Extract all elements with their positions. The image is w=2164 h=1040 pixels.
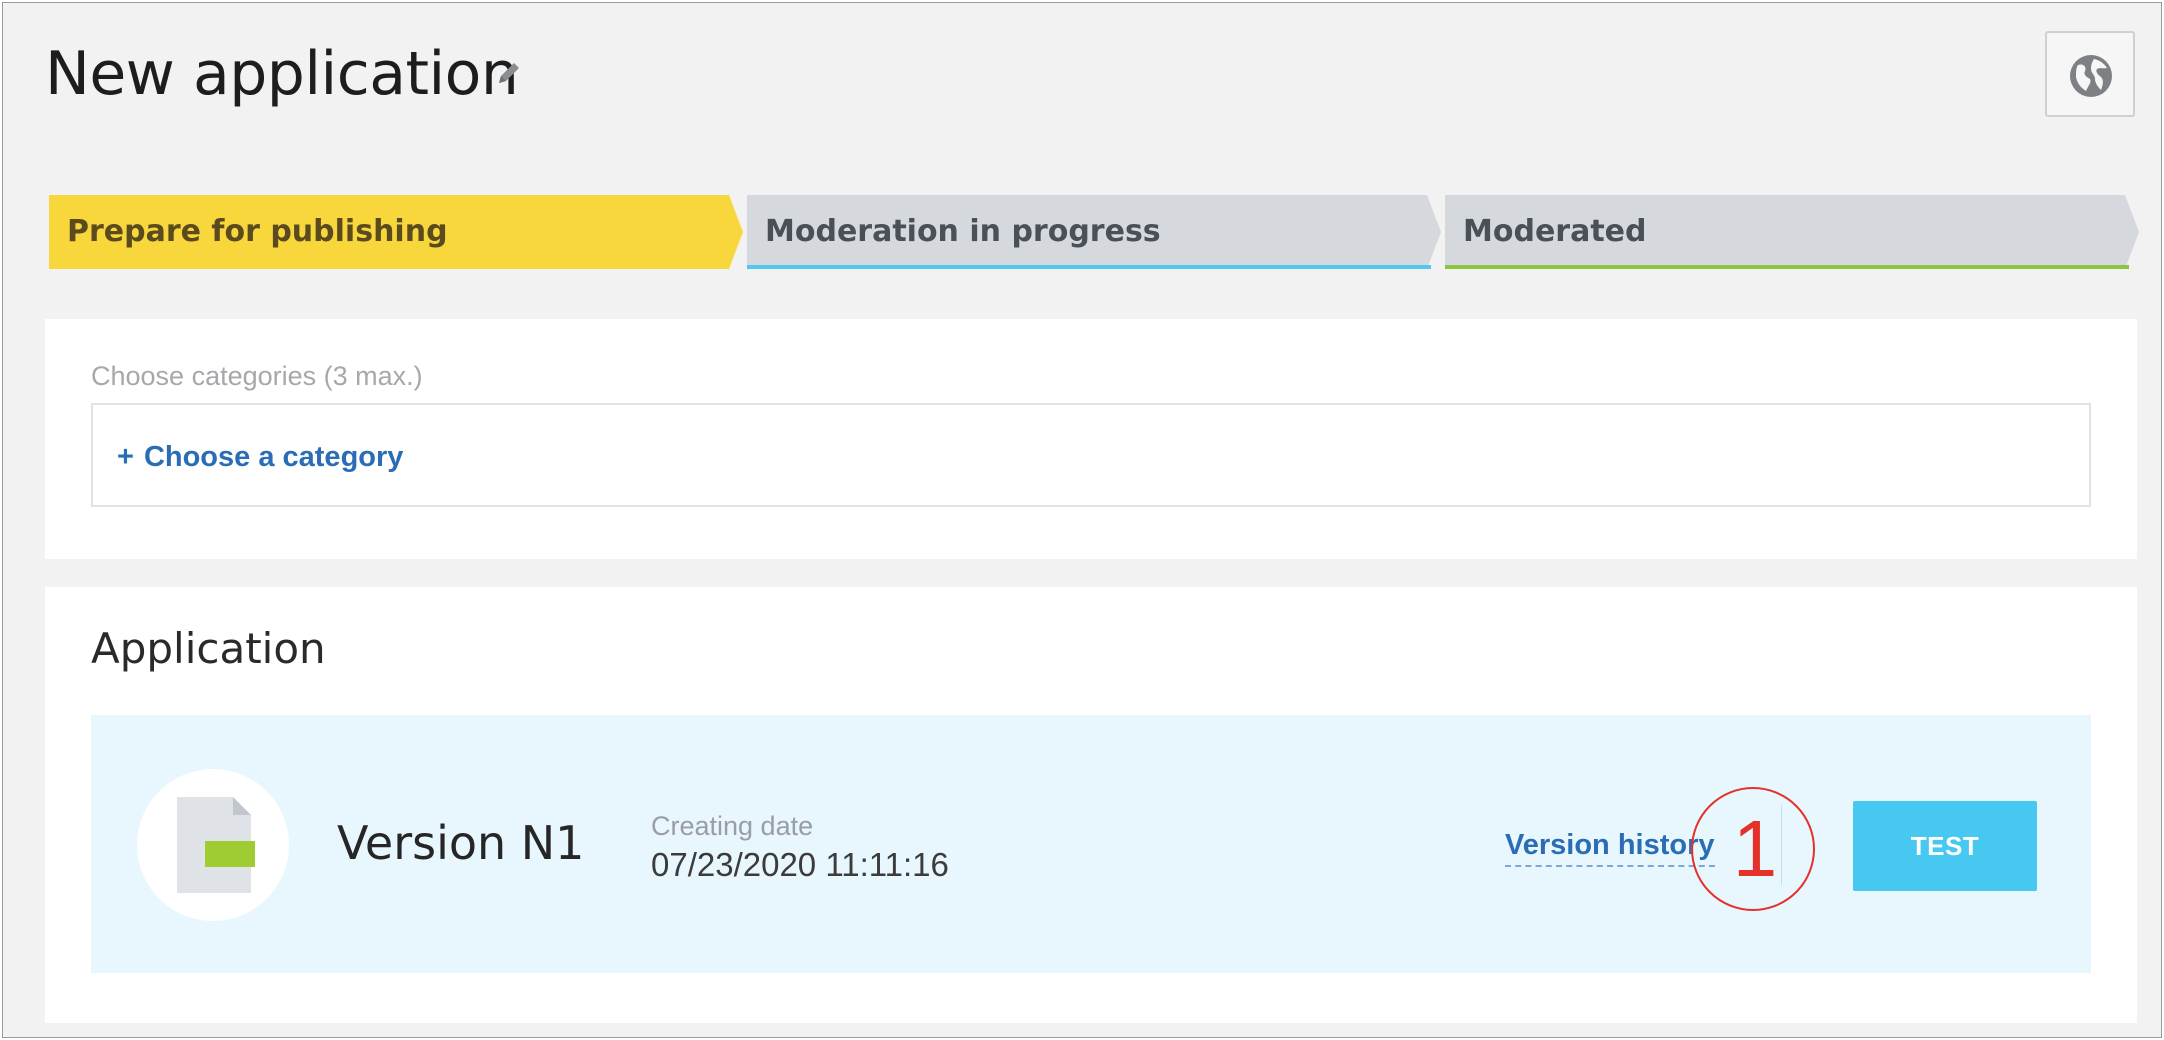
step-label: Moderation in progress	[765, 214, 1161, 249]
page-title: New application	[45, 39, 519, 109]
version-history-link[interactable]: Version history	[1505, 827, 1715, 867]
annotation-number: 1	[1732, 804, 1778, 893]
application-card: Application Version N1 Creating date 07/…	[45, 587, 2137, 1023]
annotation-marker: 1	[1691, 787, 1815, 911]
divider	[1781, 805, 1782, 885]
choose-category-label: Choose a category	[143, 441, 404, 473]
step-label: Moderated	[1463, 214, 1647, 249]
version-name: Version N1	[337, 816, 585, 870]
plus-icon: +	[117, 441, 134, 473]
app-window: New application Prepare for publishing M…	[2, 2, 2162, 1038]
step-prepare-for-publishing: Prepare for publishing	[49, 195, 743, 269]
application-section-title: Application	[91, 624, 326, 673]
categories-label: Choose categories (3 max.)	[91, 361, 423, 391]
file-avatar	[137, 769, 289, 921]
creating-date-label: Creating date	[651, 811, 814, 841]
file-icon	[177, 797, 255, 893]
choose-category-link[interactable]: + Choose a category	[117, 439, 403, 475]
step-label: Prepare for publishing	[67, 214, 448, 249]
category-picker[interactable]: + Choose a category	[91, 403, 2091, 507]
publishing-progress: Prepare for publishing Moderation in pro…	[49, 195, 2139, 269]
creating-date-value: 07/23/2020 11:11:16	[651, 846, 949, 883]
categories-card: Choose categories (3 max.) + Choose a cat…	[45, 319, 2137, 559]
step-moderation-in-progress: Moderation in progress	[747, 195, 1441, 269]
test-button[interactable]: TEST	[1853, 801, 2037, 891]
pencil-icon[interactable]	[495, 59, 523, 87]
globe-icon	[2070, 55, 2112, 97]
step-moderated: Moderated	[1445, 195, 2139, 269]
language-button[interactable]	[2045, 31, 2135, 117]
version-panel: Version N1 Creating date 07/23/2020 11:1…	[91, 715, 2091, 973]
